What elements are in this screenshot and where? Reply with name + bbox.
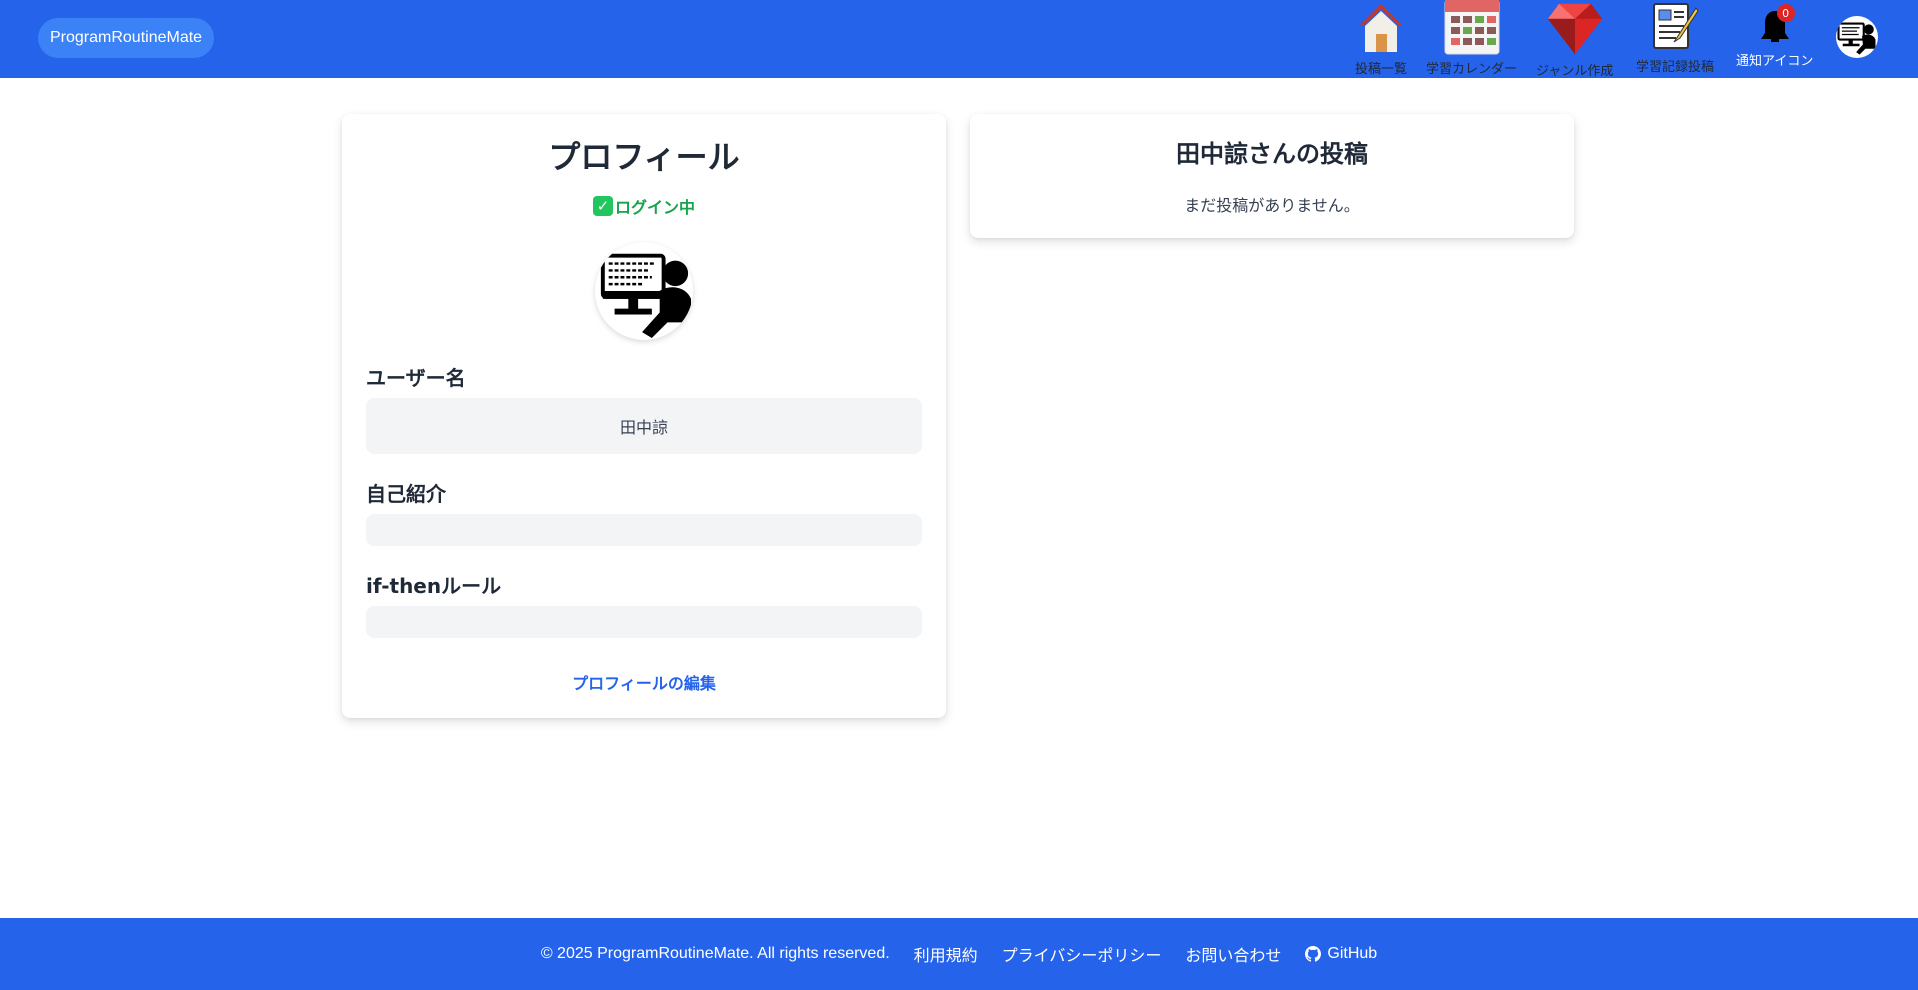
login-status-text: ログイン中 [614,198,695,217]
nav-label-record-post: 学習記録投稿 [1636,60,1715,75]
brand-logo-button[interactable]: ProgramRoutineMate [38,18,215,58]
edit-profile-link[interactable]: プロフィールの編集 [342,670,946,694]
login-status: ✓ ログイン中 [342,194,946,218]
ruby-gem-icon [1546,0,1604,58]
profile-title: プロフィール [548,138,740,176]
footer: © 2025 ProgramRoutineMate. All rights re… [0,918,1918,990]
check-mark-icon: ✓ [592,196,613,216]
footer-copyright: © 2025 ProgramRoutineMate. All rights re… [540,945,890,962]
footer-link-terms[interactable]: 利用規約 [914,942,978,966]
top-nav-bar: ProgramRoutineMate 投稿一覧 学習カレンダー ジャンル作成 学… [0,0,1918,79]
username-label: ユーザー名 [366,366,466,390]
username-field: 田中諒 [366,398,922,454]
nav-label-calendar: 学習カレンダー [1426,62,1518,77]
bio-field [366,514,922,546]
profile-avatar [595,242,693,340]
posts-title: 田中諒さんの投稿 [1176,140,1368,168]
nav-item-record-post[interactable]: 学習記録投稿 [1636,0,1714,75]
footer-link-contact[interactable]: お問い合わせ [1185,942,1281,966]
calendar-icon [1443,0,1501,56]
user-avatar-icon[interactable] [1836,16,1878,58]
bio-label: 自己紹介 [366,482,446,506]
footer-link-privacy[interactable]: プライバシーポリシー [1002,942,1162,966]
github-icon [1305,946,1322,962]
user-posts-card: 田中諒さんの投稿 まだ投稿がありません。 [970,114,1574,238]
footer-link-github[interactable]: GitHub [1305,945,1377,963]
nav-item-genre[interactable]: ジャンル作成 [1536,0,1613,79]
house-icon [1352,0,1410,56]
ifthen-field [366,606,922,638]
nav-label-posts: 投稿一覧 [1354,62,1407,77]
nav-label-genre: ジャンル作成 [1536,64,1614,79]
notification-icon: 0 [1755,4,1795,48]
profile-card: プロフィール ✓ ログイン中 ユーザー名 田中諒 自己紹介 if-thenルール… [342,114,946,718]
document-edit-icon [1646,0,1704,54]
notification-count-badge: 0 [1776,4,1795,22]
nav-item-posts[interactable]: 投稿一覧 [1352,0,1410,77]
nav-label-notifications: 通知アイコン [1736,54,1814,69]
ifthen-label: if-thenルール [366,574,502,598]
nav-item-notifications[interactable]: 0 通知アイコン [1736,4,1813,69]
posts-empty-message: まだ投稿がありません。 [1184,196,1360,215]
footer-link-github-label: GitHub [1327,945,1378,962]
nav-item-calendar[interactable]: 学習カレンダー [1426,0,1517,77]
